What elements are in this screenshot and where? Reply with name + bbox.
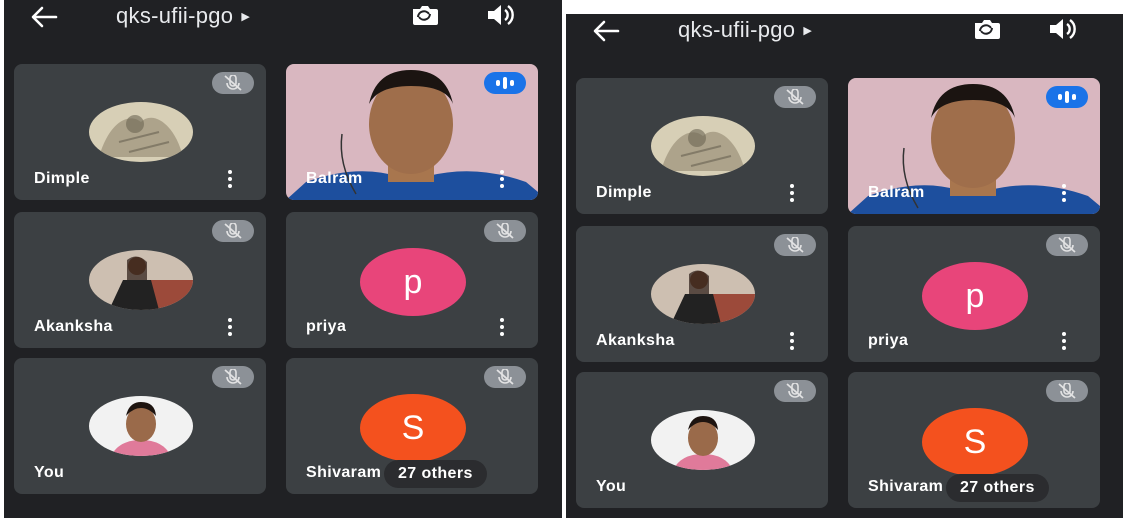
participant-tile-akanksha[interactable]: Akanksha — [576, 226, 828, 362]
participant-name: Balram — [306, 170, 363, 187]
mic-off-icon — [774, 234, 816, 256]
participant-name: Akanksha — [34, 318, 113, 335]
speaker-button[interactable] — [1044, 14, 1080, 44]
mic-off-icon — [484, 220, 526, 242]
participant-tile-shivaram[interactable]: S Shivaram 27 others — [848, 372, 1100, 508]
caret-right-icon: ▶ — [241, 10, 251, 23]
meeting-code: qks-ufii-pgo — [678, 17, 796, 42]
mic-off-icon — [484, 366, 526, 388]
participant-tile-priya[interactable]: p priya — [848, 226, 1100, 362]
mic-off-icon — [1046, 380, 1088, 402]
participant-name: Dimple — [596, 184, 652, 201]
participant-tile-dimple[interactable]: Dimple — [14, 64, 266, 200]
caret-right-icon: ▶ — [803, 24, 813, 37]
mic-off-icon — [774, 86, 816, 108]
avatar — [651, 410, 755, 470]
participant-name: Shivaram — [306, 464, 382, 481]
meeting-code: qks-ufii-pgo — [116, 3, 234, 28]
participant-tile-akanksha[interactable]: Akanksha — [14, 212, 266, 348]
more-options-button[interactable] — [1058, 330, 1070, 352]
back-button[interactable] — [588, 16, 624, 46]
participant-tile-balram[interactable]: Balram — [848, 78, 1100, 214]
participant-tile-you[interactable]: You — [14, 358, 266, 494]
avatar — [89, 102, 193, 162]
participant-name: priya — [868, 332, 909, 349]
others-count-button[interactable]: 27 others — [384, 460, 487, 488]
avatar: S — [360, 394, 466, 462]
top-bar: qks-ufii-pgo ▶ — [566, 14, 1123, 56]
back-button[interactable] — [26, 2, 62, 32]
mic-off-icon — [212, 72, 254, 94]
top-bar: qks-ufii-pgo ▶ — [4, 0, 562, 42]
avatar — [651, 264, 755, 324]
avatar — [89, 250, 193, 310]
more-options-button[interactable] — [786, 182, 798, 204]
speaking-indicator-icon — [1046, 86, 1088, 108]
participant-name: priya — [306, 318, 347, 335]
avatar — [89, 396, 193, 456]
more-options-button[interactable] — [1058, 182, 1070, 204]
meet-screen-right: qks-ufii-pgo ▶ Dimple Balram Akanksha p … — [566, 14, 1123, 518]
volume-icon — [488, 5, 514, 25]
participant-tile-dimple[interactable]: Dimple — [576, 78, 828, 214]
mic-off-icon — [212, 220, 254, 242]
more-options-button[interactable] — [224, 168, 236, 190]
switch-camera-button[interactable] — [404, 0, 444, 30]
others-count-button[interactable]: 27 others — [946, 474, 1049, 502]
avatar: p — [360, 248, 466, 316]
switch-camera-button[interactable] — [966, 14, 1006, 44]
participant-name: You — [34, 464, 65, 481]
avatar: S — [922, 408, 1028, 476]
meet-screen-left: qks-ufii-pgo ▶ Dimple Balram Akanksha p … — [4, 0, 562, 518]
mic-off-icon — [774, 380, 816, 402]
more-options-button[interactable] — [224, 316, 236, 338]
participant-tile-balram[interactable]: Balram — [286, 64, 538, 200]
avatar: p — [922, 262, 1028, 330]
more-options-button[interactable] — [496, 168, 508, 190]
mic-off-icon — [1046, 234, 1088, 256]
participant-name: Balram — [868, 184, 925, 201]
participant-name: You — [596, 478, 627, 495]
meeting-code-button[interactable]: qks-ufii-pgo ▶ — [678, 14, 812, 46]
participant-tile-you[interactable]: You — [576, 372, 828, 508]
volume-icon — [1050, 19, 1076, 39]
arrow-back-icon — [593, 20, 620, 42]
avatar — [651, 116, 755, 176]
switch-camera-icon — [413, 6, 438, 25]
speaker-button[interactable] — [482, 0, 518, 30]
participant-name: Dimple — [34, 170, 90, 187]
participant-tile-shivaram[interactable]: S Shivaram 27 others — [286, 358, 538, 494]
participant-name: Akanksha — [596, 332, 675, 349]
arrow-back-icon — [31, 6, 58, 28]
mic-off-icon — [212, 366, 254, 388]
more-options-button[interactable] — [496, 316, 508, 338]
participant-tile-priya[interactable]: p priya — [286, 212, 538, 348]
speaking-indicator-icon — [484, 72, 526, 94]
switch-camera-icon — [975, 20, 1000, 39]
meeting-code-button[interactable]: qks-ufii-pgo ▶ — [116, 0, 250, 32]
participant-name: Shivaram — [868, 478, 944, 495]
more-options-button[interactable] — [786, 330, 798, 352]
